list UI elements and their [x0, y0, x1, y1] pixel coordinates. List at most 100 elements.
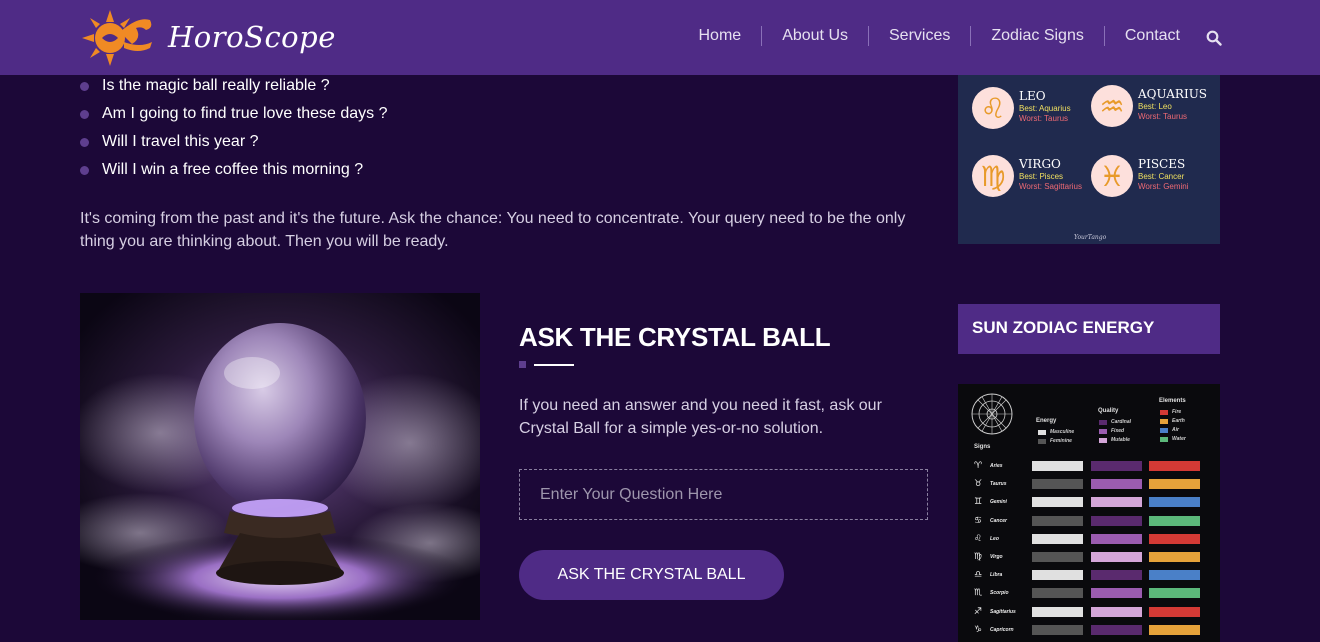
intro-paragraph: It's coming from the past and it's the f… [80, 210, 906, 250]
element-cell [1149, 552, 1200, 562]
zodiac-glyph-icon: ♋ [974, 515, 983, 526]
quality-cell [1091, 497, 1142, 508]
quality-cell [1091, 588, 1142, 599]
sign-name: Gemini [990, 499, 1007, 506]
search-icon[interactable] [1206, 30, 1222, 46]
quality-cell [1091, 552, 1142, 562]
list-item: Will I win a free coffee this morning ? [80, 156, 388, 184]
sign-name: Scorpio [990, 590, 1009, 597]
zodiac-wheel-icon [971, 393, 1013, 435]
quality-cell [1091, 533, 1142, 544]
sign-name: Virgo [990, 554, 1003, 560]
image-signature: YourTango [1074, 234, 1107, 241]
legend-item: Mutable [1099, 437, 1130, 443]
table-row: ♎ Libra [958, 570, 1220, 588]
nav-contact[interactable]: Contact [1103, 26, 1200, 46]
element-cell [1149, 606, 1200, 617]
energy-cell [1032, 479, 1083, 490]
element-cell [1149, 624, 1200, 635]
element-cell [1149, 479, 1200, 490]
leo-icon: ♌ [972, 87, 1014, 129]
site-logo[interactable]: HoroScope [80, 8, 336, 66]
energy-cell [1032, 552, 1083, 562]
quality-cell [1091, 624, 1142, 635]
sign-name: Leo [990, 535, 999, 542]
ask-title: ASK THE CRYSTAL BALL [519, 322, 831, 352]
crystal-ball-image [80, 293, 480, 620]
legend-item: Water [1160, 436, 1186, 442]
virgo-icon: ♍ [972, 155, 1014, 197]
table-row: ♍ Virgo [958, 552, 1220, 570]
table-row: ♈ Aries [958, 461, 1220, 479]
bullet-icon [80, 137, 89, 147]
legend-item: Earth [1160, 418, 1185, 424]
table-row: ♐ Sagittarius [958, 606, 1220, 625]
sun-zodiac-energy-image: Signs Energy Quality Elements Masculine F… [958, 384, 1220, 642]
brand-name: HoroScope [168, 20, 336, 54]
element-cell [1149, 461, 1200, 471]
zodiac-glyph-icon: ♎ [974, 570, 983, 581]
bullet-icon [80, 165, 89, 175]
element-cell [1149, 588, 1200, 599]
nav-about-us[interactable]: About Us [761, 26, 868, 46]
energy-cell [1032, 588, 1083, 599]
zodiac-glyph-icon: ♏ [974, 588, 983, 599]
energy-cell [1032, 461, 1083, 471]
list-item: Am I going to find true love these days … [80, 100, 388, 128]
table-row: ♉ Taurus [958, 479, 1220, 497]
quality-cell [1091, 515, 1142, 526]
sign-name: Cancer [990, 517, 1007, 524]
sun-zodiac-energy-heading: SUN ZODIAC ENERGY [958, 304, 1220, 354]
sign-name: Capricorn [990, 626, 1014, 633]
legend-item: Fire [1160, 409, 1181, 415]
sign-name: Libra [990, 572, 1003, 579]
quality-cell [1091, 570, 1142, 581]
legend-item: Air [1160, 427, 1179, 433]
main-nav: Home About Us Services Zodiac Signs Cont… [679, 26, 1201, 46]
sign-name: Aries [990, 463, 1003, 469]
legend-item: Feminine [1038, 438, 1072, 444]
table-row: ♏ Scorpio [958, 588, 1220, 606]
table-row: ♑ Capricorn [958, 624, 1220, 642]
quality-cell [1091, 479, 1142, 490]
zodiac-glyph-icon: ♌ [974, 533, 983, 544]
quality-cell [1091, 461, 1142, 471]
zodiac-sign-aquarius: ♒ AQUARIUS Best: Leo Worst: Taurus [1091, 85, 1207, 127]
list-item: Will I travel this year ? [80, 128, 388, 156]
bullet-icon [80, 109, 89, 119]
nav-home[interactable]: Home [679, 26, 762, 46]
element-cell [1149, 570, 1200, 581]
scorpion-sun-icon [82, 10, 152, 66]
ask-crystal-ball-button[interactable]: ASK THE CRYSTAL BALL [519, 550, 784, 600]
element-cell [1149, 515, 1200, 526]
pisces-icon: ♓ [1091, 155, 1133, 197]
site-header: HoroScope Home About Us Services Zodiac … [0, 0, 1320, 75]
sign-name: Taurus [990, 481, 1007, 488]
energy-cell [1032, 606, 1083, 617]
question-input[interactable] [519, 469, 928, 520]
table-row: ♋ Cancer [958, 515, 1220, 534]
zodiac-sign-pisces: ♓ PISCES Best: Cancer Worst: Gemini [1091, 155, 1189, 197]
table-row: ♊ Gemini [958, 497, 1220, 515]
zodiac-sign-virgo: ♍ VIRGO Best: Pisces Worst: Sagittarius [972, 155, 1082, 197]
title-divider [519, 361, 579, 369]
ask-description: If you need an answer and you need it fa… [519, 397, 882, 437]
sign-name: Sagittarius [990, 608, 1016, 615]
legend-item: Fixed [1099, 428, 1124, 434]
zodiac-glyph-icon: ♑ [974, 624, 983, 635]
legend-item: Cardinal [1099, 419, 1131, 425]
energy-cell [1032, 515, 1083, 526]
energy-cell [1032, 624, 1083, 635]
quality-cell [1091, 606, 1142, 617]
element-cell [1149, 497, 1200, 508]
zodiac-sign-leo: ♌ LEO Best: Aquarius Worst: Taurus [972, 87, 1071, 129]
zodiac-glyph-icon: ♊ [974, 497, 983, 508]
zodiac-glyph-icon: ♐ [974, 606, 983, 617]
nav-services[interactable]: Services [868, 26, 970, 46]
energy-cell [1032, 497, 1083, 508]
list-item: Is the magic ball really reliable ? [80, 72, 388, 100]
nav-zodiac-signs[interactable]: Zodiac Signs [970, 26, 1104, 46]
energy-cell [1032, 570, 1083, 581]
table-row: ♌ Leo [958, 533, 1220, 552]
aquarius-icon: ♒ [1091, 85, 1133, 127]
